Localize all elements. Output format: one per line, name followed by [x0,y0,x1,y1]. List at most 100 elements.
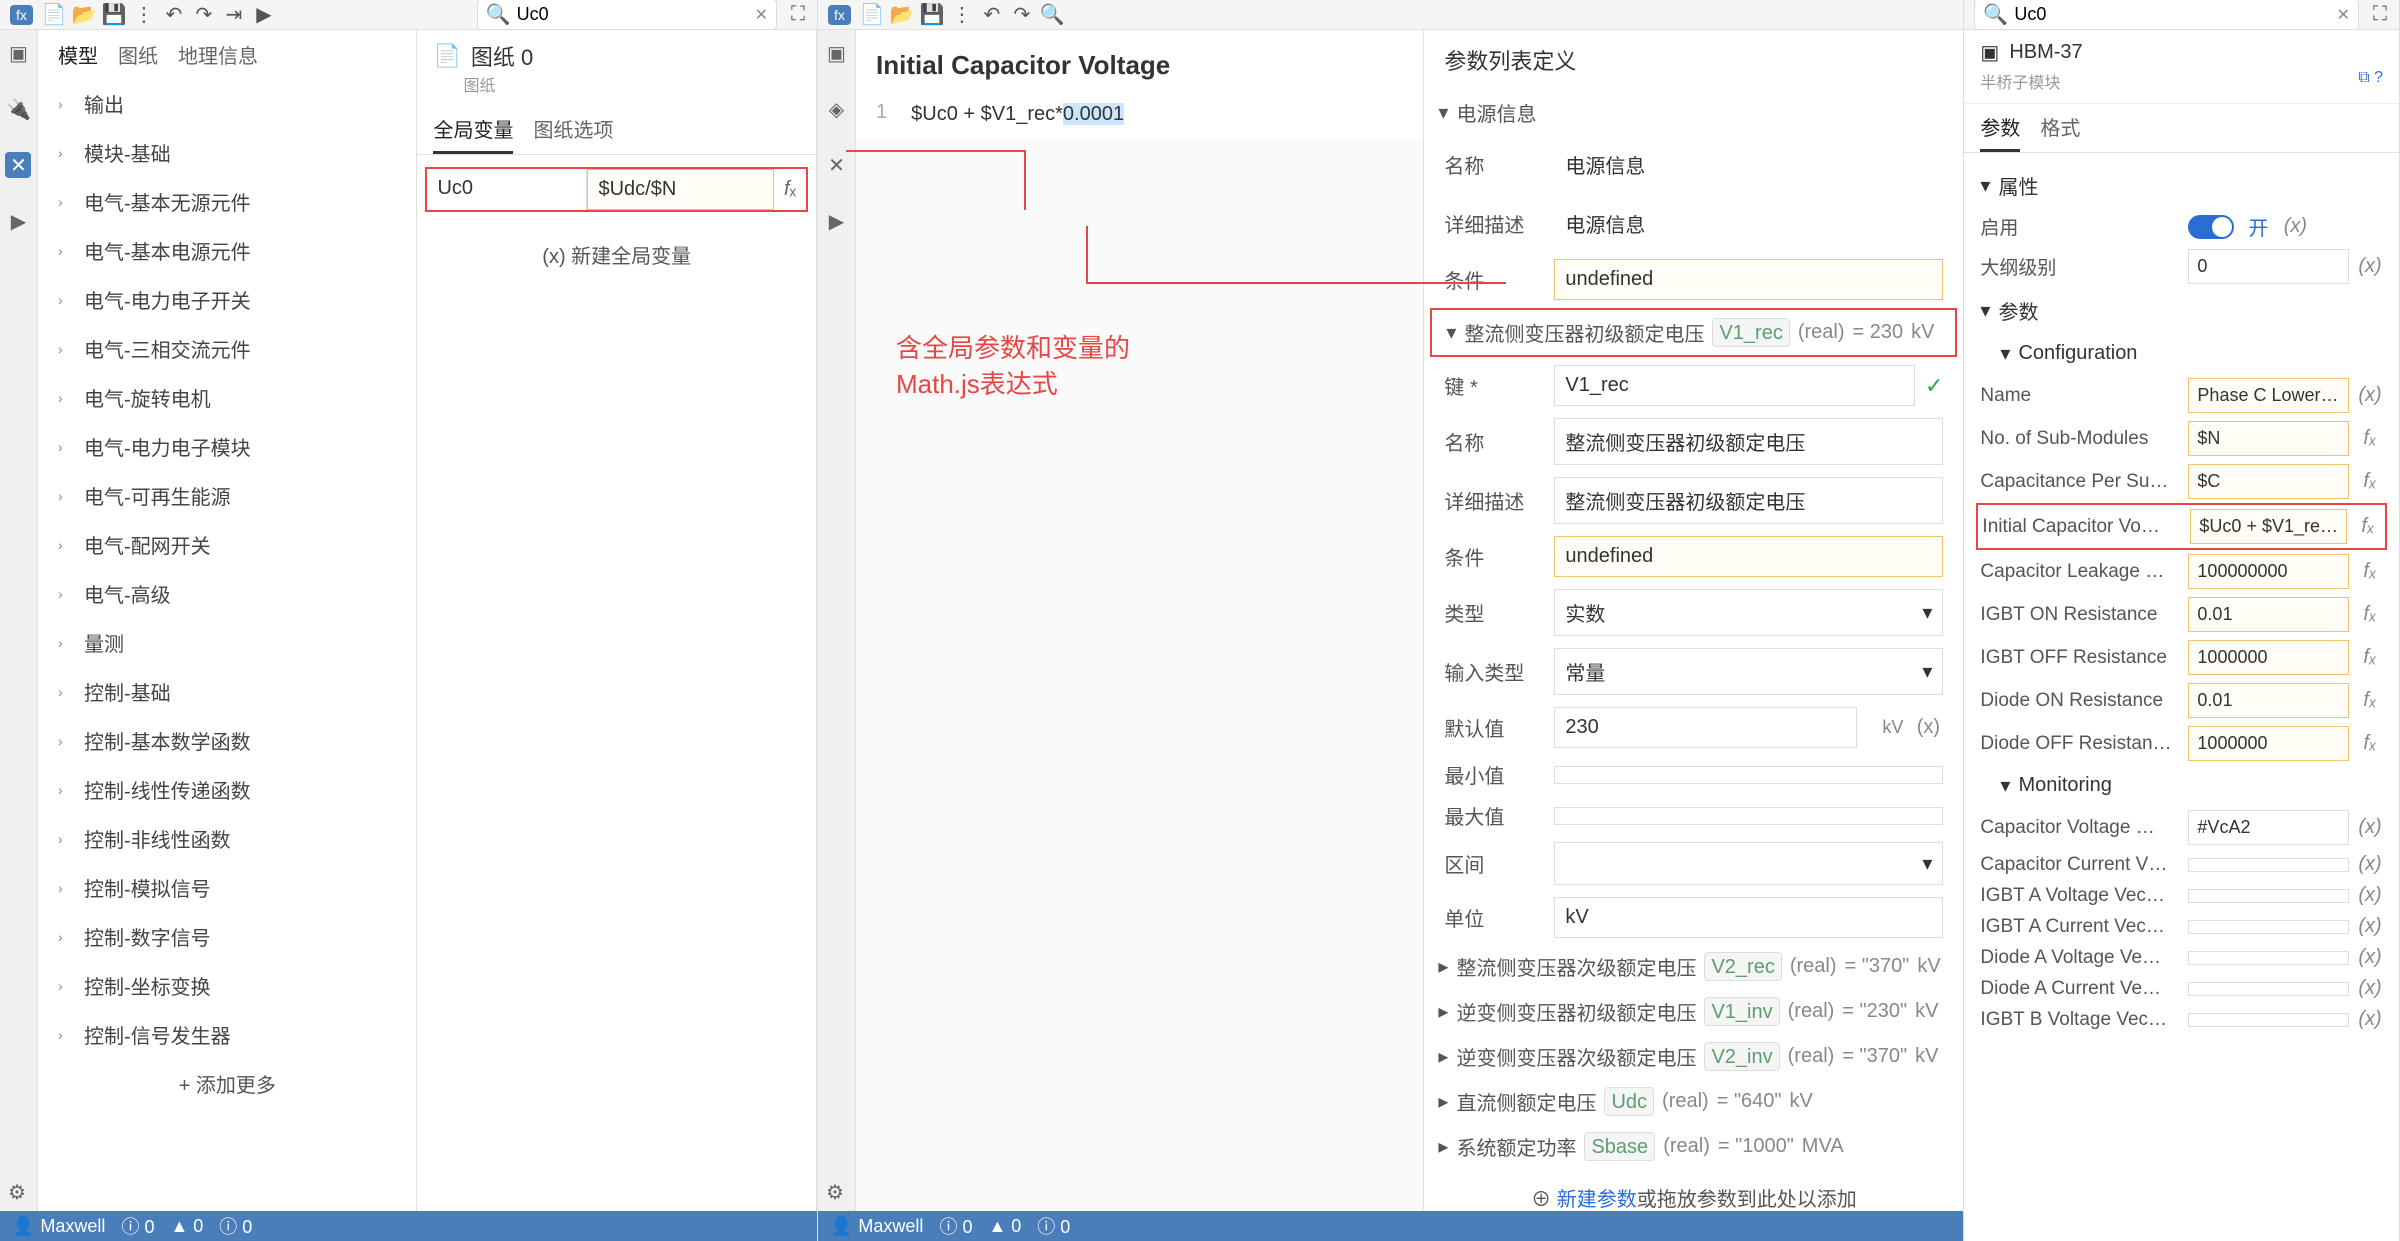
fx-icon[interactable]: fₓ [2357,603,2383,626]
open-folder-icon[interactable]: 📂 [893,6,911,24]
redo-icon[interactable]: ↷ [1013,6,1031,24]
expanded-param-row[interactable]: ▾ 整流侧变压器初级额定电压 V1_rec (real) = 230 kV [1430,308,1957,357]
box-icon[interactable]: ▣ [5,40,31,66]
x-icon[interactable]: (x) [1913,716,1943,739]
config-value[interactable]: 0.01 [2188,683,2349,718]
section-config[interactable]: ▾Configuration [1980,333,2383,374]
warn-count[interactable]: ▲ 0 [988,1216,1021,1237]
fx-icon[interactable]: (x) [2357,384,2383,407]
section-attributes[interactable]: ▾属性 [1980,163,2383,208]
info-count[interactable]: ⓘ 0 [939,1213,972,1239]
monitor-value[interactable] [2188,951,2349,965]
collapsed-param-row[interactable]: ▸整流侧变压器次级额定电压 V2_rec (real) = "370" kV [1424,944,1963,989]
collapsed-param-row[interactable]: ▸逆变侧变压器初级额定电压 V1_inv (real) = "230" kV [1424,989,1963,1034]
tree-item[interactable]: ›输出 [38,79,417,128]
collapsed-param-row[interactable]: ▸逆变侧变压器次级额定电压 V2_inv (real) = "370" kV [1424,1034,1963,1079]
fx-icon[interactable]: fₓ [2357,646,2383,669]
save-icon[interactable]: 💾 [923,6,941,24]
indent-icon[interactable]: ⇥ [225,6,243,24]
fx-icon[interactable]: fₓ [2357,560,2383,583]
toggle-enable[interactable] [2188,215,2234,239]
plug-icon[interactable]: 🔌 [5,96,31,122]
collapsed-param-row[interactable]: ▸直流侧额定电压 Udc (real) = "640" kV [1424,1079,1963,1124]
var-value[interactable]: $Udc/$N [587,169,774,210]
tab-sheet[interactable]: 图纸 [118,40,158,69]
info2-count[interactable]: ⓘ 0 [1037,1213,1070,1239]
canvas[interactable]: ● 双端模块化多电平变流器 - Cl… Initial Capacitor Vo… [856,30,1423,1211]
tools-icon[interactable]: ✕ [5,152,31,178]
tree-item[interactable]: ›量测 [38,618,417,667]
fx-icon[interactable]: fₓ [774,169,806,210]
fx-icon[interactable]: fₓ [2357,689,2383,712]
collapsed-param-row[interactable]: ▸系统额定功率 Sbase (real) = "1000" MVA [1424,1124,1963,1169]
x-icon[interactable]: (x) [2357,1008,2383,1031]
x-icon[interactable]: (x) [2357,816,2383,839]
config-value[interactable]: 0.01 [2188,597,2349,632]
select-range[interactable]: ▾ [1554,842,1943,885]
group-power-info[interactable]: ▾ 电源信息 [1424,90,1963,135]
tree-item[interactable]: ›电气-旋转电机 [38,373,417,422]
monitor-value[interactable] [2188,920,2349,934]
fx-icon[interactable]: fₓ [2357,427,2383,450]
undo-icon[interactable]: ↶ [983,6,1001,24]
tab-global-vars[interactable]: 全局变量 [433,114,513,154]
tree-item[interactable]: ›电气-电力电子模块 [38,422,417,471]
info2-count[interactable]: ⓘ 0 [219,1213,252,1239]
input-pcond[interactable]: undefined [1554,536,1943,577]
tree-item[interactable]: ›控制-基本数学函数 [38,716,417,765]
x-icon[interactable]: (x) [2357,915,2383,938]
clear-search-icon[interactable]: ✕ [755,5,768,25]
tree-item[interactable]: ›控制-基础 [38,667,417,716]
tab-model[interactable]: 模型 [58,40,98,69]
box-icon[interactable]: ▣ [824,40,850,66]
config-value[interactable]: $Uc0 + $V1_re… [2190,509,2347,544]
tab-params[interactable]: 参数 [1980,112,2020,152]
tab-sheet-options[interactable]: 图纸选项 [533,114,613,154]
global-var-row[interactable]: Uc0 $Udc/$N fₓ [425,167,808,212]
config-value[interactable]: $N [2188,421,2349,456]
search-box-right[interactable]: 🔍 ✕ [1974,0,2359,30]
input-pname[interactable]: 整流侧变压器初级额定电压 [1554,418,1943,465]
input-outline[interactable]: 0 [2188,249,2349,284]
config-value[interactable]: Phase C Lower… [2188,378,2349,413]
input-max[interactable] [1554,807,1943,825]
tree-item[interactable]: ›电气-基本无源元件 [38,177,417,226]
tree-item[interactable]: ›控制-信号发生器 [38,1010,417,1059]
tree-item[interactable]: ›控制-数字信号 [38,912,417,961]
warn-count[interactable]: ▲ 0 [170,1216,203,1237]
x-icon[interactable]: (x) [2357,884,2383,907]
monitor-value[interactable] [2188,1013,2349,1027]
tree-item[interactable]: ›控制-非线性函数 [38,814,417,863]
tab-geo[interactable]: 地理信息 [178,40,258,69]
tools-icon[interactable]: ✕ [824,152,850,178]
add-more[interactable]: + 添加更多 [38,1059,417,1108]
search-input[interactable] [2014,4,2330,25]
monitor-value[interactable]: #VcA2 [2188,810,2349,845]
tree-item[interactable]: ›电气-基本电源元件 [38,226,417,275]
tree-item[interactable]: ›控制-模拟信号 [38,863,417,912]
clear-search-icon[interactable]: ✕ [2337,5,2350,25]
monitor-value[interactable] [2188,889,2349,903]
fx-icon[interactable]: fₓ [2357,470,2383,493]
undo-icon[interactable]: ↶ [165,6,183,24]
tree-item[interactable]: ›电气-配网开关 [38,520,417,569]
section-params[interactable]: ▾参数 [1980,288,2383,333]
fx-icon[interactable]: fₓ [2357,732,2383,755]
select-ptype[interactable]: 实数▾ [1554,589,1943,636]
config-value[interactable]: 1000000 [2188,640,2349,675]
fullscreen-icon[interactable]: ⛶ [2371,6,2389,24]
play-icon[interactable]: ▶ [5,208,31,234]
input-default[interactable]: 230 [1554,707,1857,748]
open-folder-icon[interactable]: 📂 [75,6,93,24]
config-value[interactable]: 100000000 [2188,554,2349,589]
x-icon[interactable]: (x) [2357,255,2383,278]
x-icon[interactable]: (x) [2357,946,2383,969]
x-icon[interactable]: (x) [2357,853,2383,876]
fullscreen-icon[interactable]: ⛶ [789,6,807,24]
tree-item[interactable]: ›电气-高级 [38,569,417,618]
more-icon[interactable]: ⋮ [135,6,153,24]
settings-gear-icon[interactable]: ⚙ [8,1180,26,1205]
x-icon[interactable]: (x) [2282,215,2308,238]
tree-item[interactable]: ›电气-可再生能源 [38,471,417,520]
search-input[interactable] [517,4,749,25]
